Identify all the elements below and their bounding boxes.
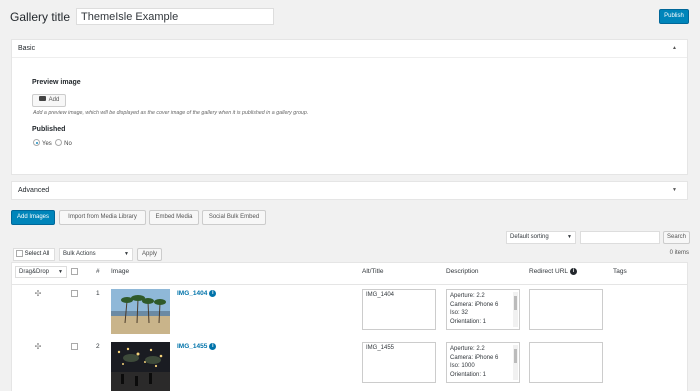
published-no-radio[interactable]	[55, 139, 63, 146]
drag-drop-select[interactable]: Drag&Drop ▼	[15, 266, 67, 278]
select-all-label: Select All	[24, 251, 50, 257]
expand-arrow-icon[interactable]: ▼	[672, 182, 677, 199]
search-button[interactable]: Search	[663, 231, 690, 244]
add-preview-image-button[interactable]: Add	[32, 94, 66, 107]
items-count: 0 items	[669, 250, 689, 256]
description-line: Camera: iPhone 6	[450, 301, 499, 308]
import-media-library-button[interactable]: Import from Media Library	[59, 210, 146, 225]
drag-drop-value: Drag&Drop	[19, 269, 50, 275]
chevron-down-icon: ▼	[124, 251, 129, 257]
bulk-actions-select[interactable]: Bulk Actions ▼	[59, 248, 133, 261]
basic-panel: Basic ▲ Preview image Add Add a preview …	[11, 39, 688, 175]
redirect-url-label: Redirect URL	[529, 268, 569, 276]
description-line: Orientation: 1	[450, 318, 487, 325]
column-num: #	[96, 268, 100, 275]
column-tags: Tags	[613, 268, 627, 275]
basic-panel-header[interactable]: Basic ▲	[12, 40, 687, 58]
image-name-link[interactable]: IMG_1455 i	[177, 343, 217, 351]
advanced-panel-title: Advanced	[18, 187, 50, 194]
description-line: Aperture: 2.2	[450, 346, 485, 352]
gallery-title-label: Gallery title	[10, 10, 71, 24]
sorting-select[interactable]: Default sorting ▼	[506, 231, 576, 244]
bulk-actions-value: Bulk Actions	[63, 251, 96, 257]
advanced-panel[interactable]: Advanced ▼	[11, 181, 688, 200]
images-table: Drag&Drop ▼ # Image Alt/Title Description…	[11, 262, 688, 391]
chevron-down-icon: ▼	[567, 234, 572, 240]
add-images-button[interactable]: Add Images	[11, 210, 55, 225]
column-description: Description	[446, 268, 479, 275]
description-line: Iso: 1000	[450, 363, 475, 369]
preview-image-hint: Add a preview image, which will be displ…	[33, 110, 309, 116]
yes-label: Yes	[42, 141, 52, 148]
column-redirect-url: Redirect URL i	[529, 268, 578, 276]
select-all-checkbox[interactable]	[16, 249, 23, 257]
apply-button[interactable]: Apply	[137, 248, 162, 261]
description-line: Orientation: 1	[450, 371, 487, 378]
alt-title-input[interactable]: IMG_1404	[362, 289, 436, 330]
published-yes-radio[interactable]	[33, 139, 40, 146]
description-line: Iso: 32	[450, 310, 469, 316]
row-checkbox[interactable]	[71, 343, 78, 350]
no-label: No	[64, 141, 72, 148]
column-alt-title: Alt/Title	[362, 268, 384, 275]
redirect-url-input[interactable]	[529, 289, 603, 330]
image-name-link[interactable]: IMG_1404 i	[177, 290, 217, 298]
sorting-value: Default sorting	[510, 234, 549, 240]
image-thumbnail[interactable]	[111, 342, 170, 391]
preview-image-label: Preview image	[32, 79, 81, 86]
column-image: Image	[111, 268, 130, 275]
select-all-toggle[interactable]: Select All	[13, 248, 55, 261]
collapse-arrow-icon[interactable]: ▲	[672, 40, 677, 57]
row-checkbox[interactable]	[71, 290, 78, 297]
add-button-label: Add	[48, 97, 60, 103]
drag-handle-icon[interactable]: ✣	[34, 343, 42, 351]
image-name: IMG_1455	[177, 343, 208, 351]
row-number: 1	[96, 290, 100, 297]
image-thumbnail[interactable]	[111, 289, 170, 334]
camera-icon	[38, 95, 46, 101]
search-input[interactable]	[580, 231, 660, 244]
basic-panel-title: Basic	[18, 45, 36, 52]
description-scrollbar[interactable]	[513, 345, 518, 380]
redirect-url-input[interactable]	[529, 342, 603, 383]
description-line: Aperture: 2.2	[450, 293, 485, 299]
social-bulk-embed-button[interactable]: Social Bulk Embed	[202, 210, 266, 225]
image-name: IMG_1404	[177, 290, 208, 298]
header-divider	[12, 284, 687, 285]
embed-media-button[interactable]: Embed Media	[149, 210, 199, 225]
info-icon[interactable]: i	[209, 290, 217, 297]
published-label: Published	[32, 126, 66, 133]
description-textarea[interactable]: Aperture: 2.2 Camera: iPhone 6 Iso: 32 O…	[446, 289, 520, 330]
chevron-down-icon: ▼	[58, 269, 63, 275]
info-icon[interactable]: i	[209, 343, 217, 350]
publish-button[interactable]: Publish	[659, 9, 689, 24]
description-line: Camera: iPhone 6	[450, 354, 499, 361]
row-number: 2	[96, 343, 100, 350]
header-checkbox[interactable]	[71, 268, 78, 275]
drag-handle-icon[interactable]: ✣	[34, 290, 42, 298]
description-scrollbar[interactable]	[513, 292, 518, 327]
alt-title-input[interactable]: IMG_1455	[362, 342, 436, 383]
published-radio-group: Yes No	[33, 139, 72, 148]
description-textarea[interactable]: Aperture: 2.2 Camera: iPhone 6 Iso: 1000…	[446, 342, 520, 383]
advanced-panel-header[interactable]: Advanced ▼	[12, 182, 687, 200]
info-icon[interactable]: i	[570, 268, 578, 275]
gallery-title-input[interactable]: ThemeIsle Example	[76, 8, 274, 25]
